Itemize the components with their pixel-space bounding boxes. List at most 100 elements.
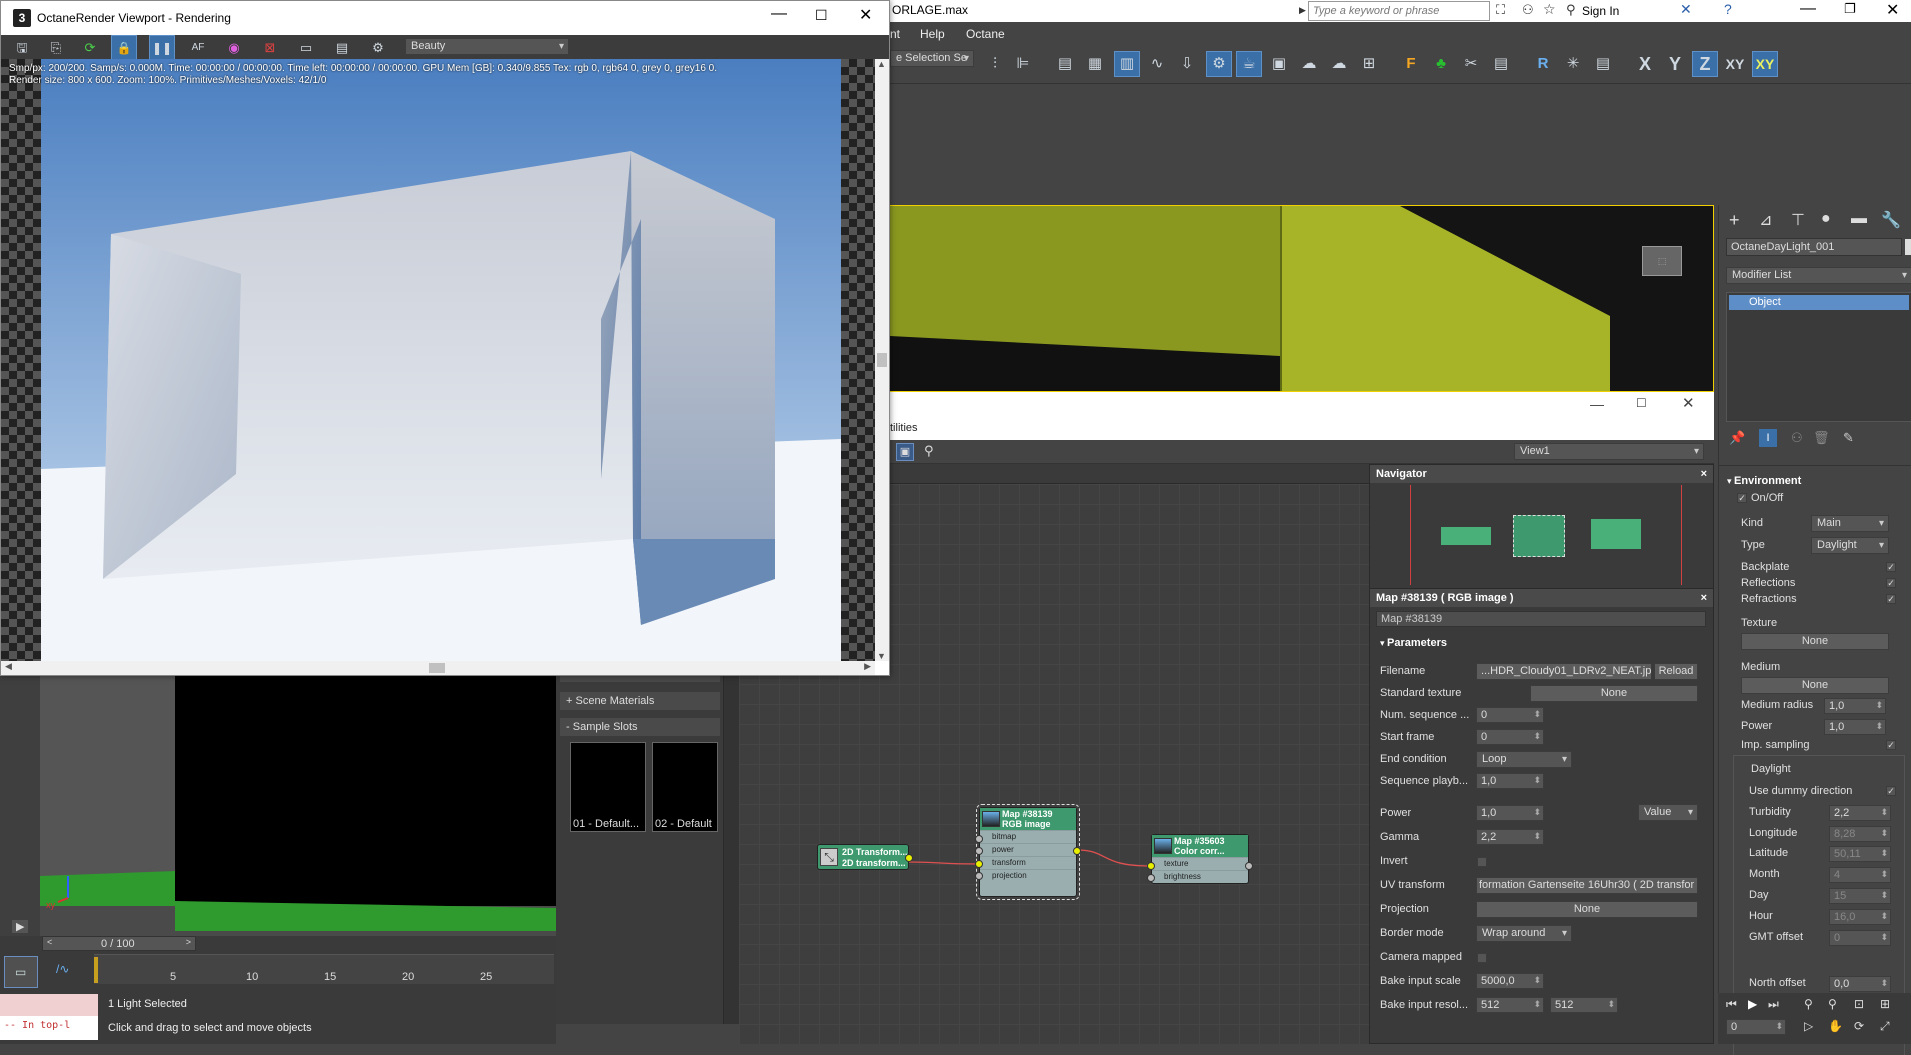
object-color-swatch[interactable] (1905, 239, 1911, 255)
zoom-extents-icon[interactable]: ⊡ (1854, 997, 1864, 1011)
menu-item-help[interactable]: Help (920, 27, 945, 41)
sample-slot-1[interactable]: 01 - Default... (570, 742, 646, 832)
color-texture-socket[interactable] (1147, 862, 1155, 870)
gmt-offset-spinner[interactable]: 0 (1829, 930, 1891, 946)
month-spinner[interactable]: 4 (1829, 867, 1891, 883)
start-frame-spinner[interactable]: 0 (1476, 729, 1544, 745)
octane-close-icon[interactable]: ✕ (859, 5, 872, 25)
user-icon[interactable]: ⚇ (1522, 2, 1534, 18)
node-rgb-image[interactable]: Map #38139 RGB image bitmap power transf… (975, 804, 1081, 900)
mirror-icon[interactable]: ⫶ (982, 51, 1008, 77)
pin-stack-icon[interactable]: 📌 (1729, 430, 1745, 446)
time-slider-next-icon[interactable]: > (186, 937, 191, 947)
stack-item-object[interactable]: Object (1729, 295, 1909, 310)
rgb-transform-socket[interactable] (975, 860, 983, 868)
node-color-correction[interactable]: Map #35603 Color corr... texture brightn… (1147, 834, 1253, 884)
bake-input-scale-spinner[interactable]: 5000,0 (1476, 973, 1544, 989)
tree-icon[interactable]: ♣ (1428, 51, 1454, 77)
layer-explorer-icon[interactable]: ▤ (1052, 51, 1078, 77)
rgb-projection-socket[interactable] (975, 872, 983, 880)
selection-set-dropdown[interactable]: e Selection Se (890, 50, 974, 67)
scroll-right-icon[interactable]: ▶ (864, 661, 871, 672)
schematic-icon[interactable]: ⇩ (1174, 51, 1200, 77)
remove-modifier-icon[interactable]: 🗑 (1813, 430, 1830, 446)
slate-close-icon[interactable]: ✕ (1682, 394, 1695, 412)
use-dummy-checkbox[interactable]: ✓ (1886, 786, 1896, 796)
power-mode-dropdown[interactable]: Value (1638, 804, 1698, 821)
rgb-slot-transform[interactable]: transform (980, 856, 1076, 869)
material-editor-icon[interactable]: ⚙ (1206, 51, 1232, 77)
viewcube-icon[interactable]: ⬚ (1642, 246, 1682, 276)
environment-rollout-title[interactable]: ▾ Environment (1727, 475, 1801, 487)
scroll-left-icon[interactable]: ◀ (5, 661, 12, 672)
rgb-slot-projection[interactable]: projection (980, 869, 1076, 882)
menu-item-fragment[interactable]: nt (890, 27, 900, 41)
color-brightness-socket[interactable] (1147, 874, 1155, 882)
invert-checkbox[interactable] (1477, 857, 1487, 867)
kind-dropdown[interactable]: Main (1811, 515, 1889, 532)
backplate-checkbox[interactable]: ✓ (1886, 562, 1896, 572)
octane-horizontal-scrollbar[interactable]: ◀ ▶ (1, 661, 875, 675)
make-unique-icon[interactable]: ⚇ (1791, 430, 1803, 446)
star-icon[interactable]: ☆ (1543, 1, 1556, 18)
color-slot-brightness[interactable]: brightness (1152, 870, 1248, 883)
axis-x-button[interactable]: X (1632, 51, 1658, 77)
prev-key-icon[interactable]: ⏮ (1726, 997, 1737, 1012)
layers-icon[interactable]: ▦ (1082, 51, 1108, 77)
rc-icon[interactable]: R (1530, 51, 1556, 77)
slate-minimize-icon[interactable]: — (1590, 396, 1604, 412)
num-sequence-spinner[interactable]: 0 (1476, 707, 1544, 723)
medium-radius-spinner[interactable]: 1,0 (1824, 698, 1886, 714)
rendered-frame-icon[interactable]: ▣ (1266, 51, 1292, 77)
render-iterative-icon[interactable]: ☁ (1326, 51, 1352, 77)
end-condition-dropdown[interactable]: Loop (1476, 751, 1572, 768)
display-tab-icon[interactable]: ▬ (1851, 210, 1867, 228)
axis-xy-button[interactable]: XY (1722, 51, 1748, 77)
pick-material-icon[interactable]: ⚲ (924, 443, 934, 459)
settings-icon[interactable]: ⚙ (365, 35, 391, 61)
pause-icon[interactable]: ❚❚ (149, 35, 175, 61)
rgb-slot-bitmap[interactable]: bitmap (980, 830, 1076, 843)
binoculars-icon[interactable]: ⛶ (1496, 2, 1505, 18)
maxscript-listener[interactable]: -- In top-l (0, 1016, 98, 1040)
on-off-checkbox[interactable]: ✓ (1737, 493, 1747, 503)
octane-maximize-icon[interactable]: ☐ (815, 7, 828, 24)
octane-vertical-scrollbar[interactable]: ▲ ▼ (875, 59, 889, 661)
gamma-spinner[interactable]: 2,2 (1476, 829, 1544, 845)
navigator-view[interactable] (1410, 485, 1682, 585)
scene-explorer-icon[interactable]: ▥ (1114, 51, 1140, 77)
zoom-icon[interactable]: ⚲ (1804, 997, 1813, 1011)
rgb-power-socket[interactable] (975, 847, 983, 855)
render-cloud-icon[interactable]: ⊞ (1356, 51, 1382, 77)
camera-mapped-checkbox[interactable] (1477, 953, 1487, 963)
curve-editor-icon[interactable]: ∿ (1144, 51, 1170, 77)
maxscript-listener-top[interactable] (0, 994, 98, 1016)
rgb-bitmap-socket[interactable] (975, 835, 983, 843)
region-icon[interactable]: ⊠ (257, 35, 283, 61)
modify-tab-icon[interactable]: ⊿ (1759, 210, 1772, 230)
material-name-field[interactable]: Map #38139 (1376, 611, 1706, 627)
octane-render-area[interactable]: Smp/px: 200/200. Samp/s: 0.000M. Time: 0… (1, 59, 875, 661)
film-icon[interactable]: ▤ (329, 35, 355, 61)
layout-icon[interactable]: ▣ (896, 443, 914, 461)
sample-slot-2[interactable]: 02 - Default (652, 742, 718, 832)
modifier-list-dropdown[interactable]: Modifier List (1726, 267, 1911, 284)
texture-button[interactable]: None (1741, 633, 1889, 650)
minimize-icon[interactable]: — (1800, 0, 1816, 18)
latitude-spinner[interactable]: 50,11 (1829, 846, 1891, 862)
expand-icon[interactable]: ▶ (12, 920, 29, 933)
standard-texture-button[interactable]: None (1530, 685, 1698, 702)
axis-z-button[interactable]: Z (1692, 51, 1718, 77)
show-end-result-icon[interactable]: I (1759, 429, 1777, 447)
vertical-scroll-thumb[interactable] (877, 353, 887, 367)
zoom-all-icon[interactable]: ⚲ (1828, 997, 1837, 1011)
sign-in-link[interactable]: Sign In (1582, 4, 1619, 18)
restart-render-icon[interactable]: ⟳ (77, 35, 103, 61)
person-icon[interactable]: ⚲ (1566, 2, 1576, 18)
align-icon[interactable]: ⊫ (1010, 51, 1036, 77)
scatter-icon[interactable]: ✳ (1560, 51, 1586, 77)
navigator-close-icon[interactable]: × (1701, 465, 1707, 483)
axis-xy-constraint-button[interactable]: XY (1752, 51, 1778, 77)
uv-transform-button[interactable]: formation Gartenseite 16Uhr30 ( 2D trans… (1476, 877, 1698, 894)
close-icon[interactable]: ✕ (1886, 0, 1899, 20)
